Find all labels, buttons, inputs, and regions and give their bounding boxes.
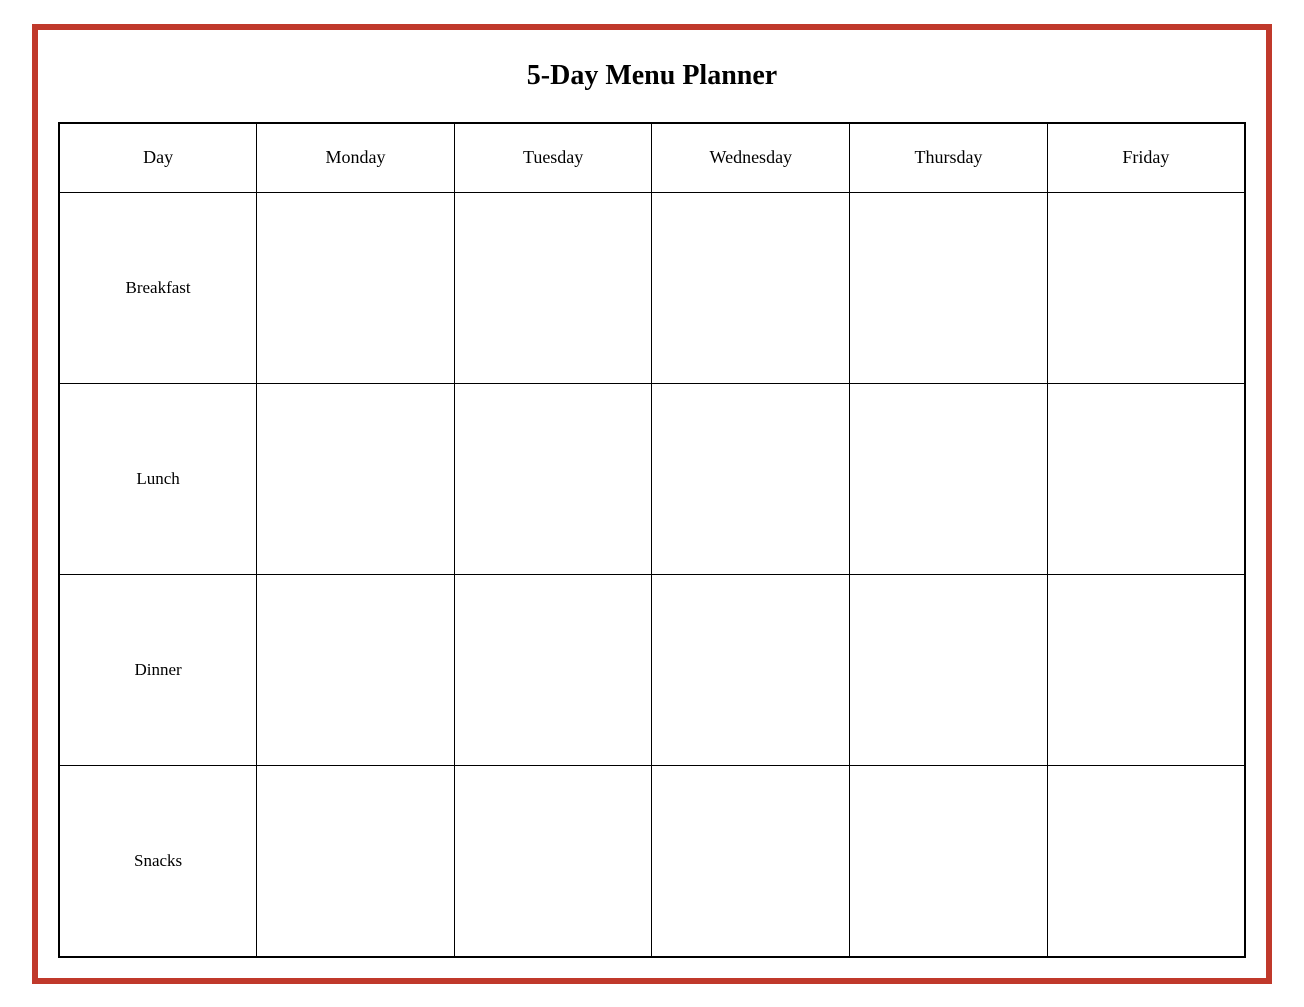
header-tuesday: Tuesday bbox=[454, 123, 652, 193]
cell-row2-day4[interactable] bbox=[1047, 575, 1245, 766]
meal-label-breakfast: Breakfast bbox=[59, 193, 257, 384]
cell-row0-day4[interactable] bbox=[1047, 193, 1245, 384]
meal-label-lunch: Lunch bbox=[59, 384, 257, 575]
header-thursday: Thursday bbox=[850, 123, 1048, 193]
cell-row1-day1[interactable] bbox=[454, 384, 652, 575]
header-wednesday: Wednesday bbox=[652, 123, 850, 193]
planner-table: Day Monday Tuesday Wednesday Thursday Fr… bbox=[58, 122, 1246, 958]
table-row: Dinner bbox=[59, 575, 1245, 766]
cell-row3-day1[interactable] bbox=[454, 766, 652, 957]
cell-row3-day2[interactable] bbox=[652, 766, 850, 957]
header-day: Day bbox=[59, 123, 257, 193]
cell-row0-day3[interactable] bbox=[850, 193, 1048, 384]
cell-row0-day1[interactable] bbox=[454, 193, 652, 384]
cell-row2-day2[interactable] bbox=[652, 575, 850, 766]
page-title: 5-Day Menu Planner bbox=[527, 60, 777, 92]
cell-row2-day3[interactable] bbox=[850, 575, 1048, 766]
table-row: Snacks bbox=[59, 766, 1245, 957]
table-row: Lunch bbox=[59, 384, 1245, 575]
table-row: Breakfast bbox=[59, 193, 1245, 384]
cell-row1-day2[interactable] bbox=[652, 384, 850, 575]
cell-row1-day4[interactable] bbox=[1047, 384, 1245, 575]
meal-label-dinner: Dinner bbox=[59, 575, 257, 766]
meal-label-snacks: Snacks bbox=[59, 766, 257, 957]
cell-row3-day0[interactable] bbox=[257, 766, 455, 957]
cell-row1-day3[interactable] bbox=[850, 384, 1048, 575]
cell-row0-day0[interactable] bbox=[257, 193, 455, 384]
cell-row2-day1[interactable] bbox=[454, 575, 652, 766]
cell-row0-day2[interactable] bbox=[652, 193, 850, 384]
page-wrapper: 5-Day Menu Planner Day Monday Tuesday We… bbox=[32, 24, 1272, 984]
cell-row2-day0[interactable] bbox=[257, 575, 455, 766]
cell-row3-day3[interactable] bbox=[850, 766, 1048, 957]
cell-row1-day0[interactable] bbox=[257, 384, 455, 575]
cell-row3-day4[interactable] bbox=[1047, 766, 1245, 957]
header-friday: Friday bbox=[1047, 123, 1245, 193]
header-monday: Monday bbox=[257, 123, 455, 193]
header-row: Day Monday Tuesday Wednesday Thursday Fr… bbox=[59, 123, 1245, 193]
